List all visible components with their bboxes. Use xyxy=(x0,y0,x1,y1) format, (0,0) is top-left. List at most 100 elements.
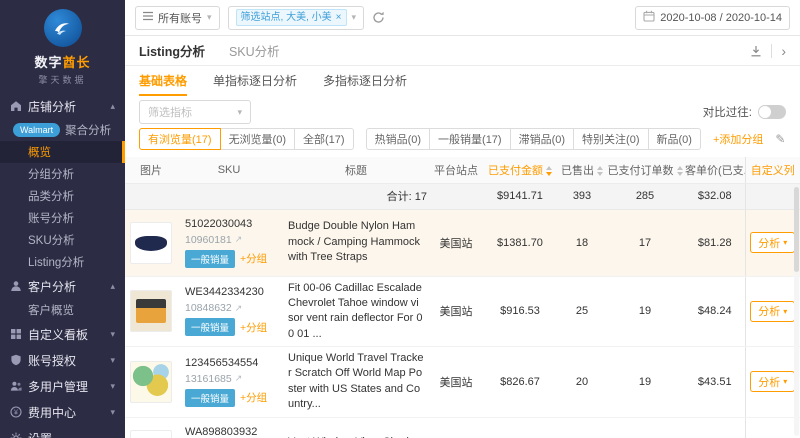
tabs-bar: Listing分析 SKU分析 › xyxy=(125,36,800,66)
chip-has-views[interactable]: 有浏览量(17) xyxy=(139,128,221,150)
chevron-down-icon: ▾ xyxy=(110,354,115,365)
refresh-button[interactable] xyxy=(372,11,385,24)
close-icon[interactable]: × xyxy=(336,10,342,25)
item-id-link[interactable]: 10960181 ↗ xyxy=(185,234,277,246)
sidebar-item-settings[interactable]: 设置 xyxy=(0,425,125,438)
collapse-panel-button[interactable]: › xyxy=(781,44,786,58)
chip-new-items[interactable]: 新品(0) xyxy=(647,128,701,150)
sidebar-item-category-analysis[interactable]: 品类分析 xyxy=(0,185,125,207)
sidebar-item-customer-analysis[interactable]: 客户分析 ▴ xyxy=(0,273,125,299)
chevron-down-icon: ▾ xyxy=(237,106,242,117)
paid-amount-cell: $826.67 xyxy=(481,346,559,418)
walmart-badge: Walmart xyxy=(13,123,61,137)
sidebar-item-custom-dashboard[interactable]: 自定义看板 ▾ xyxy=(0,321,125,347)
col-aov-sort[interactable]: 客单价(已支... xyxy=(685,157,745,184)
sidebar-item-customer-overview[interactable]: 客户概览 xyxy=(0,299,125,321)
chevron-down-icon: ▾ xyxy=(351,12,357,22)
metric-filter-select[interactable]: 筛选指标 ▾ xyxy=(139,100,251,124)
col-paid-amount-sort[interactable]: 已支付金额 xyxy=(481,157,559,184)
add-to-group-button[interactable]: +分组 xyxy=(240,390,267,405)
download-button[interactable] xyxy=(750,45,762,57)
paid-amount-cell: $1381.70 xyxy=(481,209,559,277)
content-card: Listing分析 SKU分析 › 基础表格 单指标逐日分析 多指标逐日分析 筛… xyxy=(125,36,800,438)
account-selector[interactable]: 所有账号 ▾ xyxy=(135,5,220,30)
chip-all[interactable]: 全部(17) xyxy=(294,128,354,150)
sku-code: 51022030043 xyxy=(185,217,253,230)
aov-cell: $81.28 xyxy=(685,209,745,277)
sidebar-item-account-auth[interactable]: 账号授权 ▾ xyxy=(0,347,125,373)
chip-normal-sales[interactable]: 一般销量(17) xyxy=(429,128,511,150)
external-link-icon: ↗ xyxy=(234,302,243,313)
col-custom-columns[interactable]: 自定义列 xyxy=(744,157,800,184)
sku-code: 123456534554 xyxy=(185,356,259,369)
date-range-picker[interactable]: 2020-10-08 / 2020-10-14 xyxy=(635,5,790,30)
chip-hot-sellers[interactable]: 热销品(0) xyxy=(365,128,431,150)
scrollbar-thumb[interactable] xyxy=(794,187,799,272)
chevron-up-icon: ▴ xyxy=(110,280,115,291)
product-image xyxy=(130,429,172,438)
filter-bar: 筛选指标 ▾ 对比过往: xyxy=(125,96,800,128)
sort-icons xyxy=(597,165,603,176)
compare-toggle[interactable] xyxy=(758,105,786,119)
subtab-multi-metric-daily[interactable]: 多指标逐日分析 xyxy=(323,66,407,96)
chip-watchlist[interactable]: 特别关注(0) xyxy=(573,128,649,150)
edit-groups-icon[interactable]: ✎ xyxy=(775,132,785,146)
listing-title: Fit 00-06 Cadillac Escalade Chevrolet Ta… xyxy=(281,276,431,348)
tab-sku-analysis[interactable]: SKU分析 xyxy=(229,41,280,60)
calendar-icon xyxy=(643,10,655,25)
sort-icons xyxy=(546,165,552,176)
subtab-single-metric-daily[interactable]: 单指标逐日分析 xyxy=(213,66,297,96)
site-filter-selector[interactable]: 筛选站点, 大美, 小美 × ▾ xyxy=(227,5,365,30)
user-icon xyxy=(10,280,22,292)
sku-code: WE3442334230 xyxy=(185,286,264,299)
sidebar-item-sku-analysis[interactable]: SKU分析 xyxy=(0,229,125,251)
subtab-basic-table[interactable]: 基础表格 xyxy=(139,66,188,96)
sidebar-item-billing-center[interactable]: ¥ 费用中心 ▾ xyxy=(0,399,125,425)
chip-no-views[interactable]: 无浏览量(0) xyxy=(219,128,296,150)
sidebar-item-listing-analysis[interactable]: Listing分析 xyxy=(0,251,125,273)
analyze-button[interactable]: 分析 ▾ xyxy=(750,300,796,322)
item-id-link[interactable]: 13161685 ↗ xyxy=(185,373,277,385)
table-row[interactable]: WE3442334230 10848632 ↗ 一般销量 +分组 Fit 00-06… xyxy=(125,276,800,348)
paid-orders-cell: 17 xyxy=(605,209,685,277)
hamburger-icon xyxy=(143,11,153,24)
sales-tag-badge: 一般销量 xyxy=(185,249,236,268)
dashboard-icon xyxy=(10,328,22,340)
table-row[interactable]: 51022030043 10960181 ↗ 一般销量 +分组 Budge Doub… xyxy=(125,209,800,277)
sold-cell: 20 xyxy=(559,346,605,418)
vertical-scrollbar[interactable] xyxy=(794,187,799,436)
users-icon xyxy=(10,380,22,392)
sidebar-item-shop-analysis[interactable]: 店铺分析 ▴ xyxy=(0,93,125,119)
add-to-group-button[interactable]: +分组 xyxy=(240,251,267,266)
sidebar-item-multi-user[interactable]: 多用户管理 ▾ xyxy=(0,373,125,399)
aov-cell: $48.24 xyxy=(685,276,745,348)
tabs-toolbar: › xyxy=(750,43,786,58)
summary-paid-orders: 285 xyxy=(605,183,685,210)
chevron-down-icon: ▾ xyxy=(783,306,788,316)
sidebar-item-overview[interactable]: 概览 xyxy=(0,141,125,163)
aov-cell: $43.51 xyxy=(685,346,745,418)
table-row[interactable]: 123456534554 13161685 ↗ 一般销量 +分组 Unique Wo… xyxy=(125,346,800,418)
table-row[interactable]: WA898803932 106166992↗ 一般销量+分组 Vent Wind… xyxy=(125,417,800,438)
col-paid-orders-sort[interactable]: 已支付订单数 xyxy=(605,157,685,184)
analyze-button[interactable]: 分析 ▾ xyxy=(750,232,796,253)
paid-amount-cell: $916.53 xyxy=(481,276,559,348)
tab-listing-analysis[interactable]: Listing分析 xyxy=(139,41,205,60)
sidebar-item-account-analysis[interactable]: 账号分析 xyxy=(0,207,125,229)
topbar: 所有账号 ▾ 筛选站点, 大美, 小美 × ▾ 2020-10-08 / 202… xyxy=(125,0,800,36)
add-group-button[interactable]: +添加分组 xyxy=(713,131,763,147)
chevron-down-icon: ▾ xyxy=(783,377,788,387)
summary-total: 合计: 17 xyxy=(281,183,431,210)
chip-slow-movers[interactable]: 滞销品(0) xyxy=(509,128,575,150)
add-to-group-button[interactable]: +分组 xyxy=(240,320,267,335)
item-id-link[interactable]: 10848632 ↗ xyxy=(185,302,277,314)
col-sold-sort[interactable]: 已售出 xyxy=(559,157,605,184)
main-area: 所有账号 ▾ 筛选站点, 大美, 小美 × ▾ 2020-10-08 / 202… xyxy=(125,0,800,438)
analyze-button[interactable]: 分析 ▾ xyxy=(750,371,796,393)
svg-text:¥: ¥ xyxy=(14,410,18,417)
site-cell: 美国站 xyxy=(431,417,481,438)
listing-title: Budge Double Nylon Hammock / Camping Ham… xyxy=(281,209,431,277)
sold-cell: 18 xyxy=(559,209,605,277)
sidebar-item-group-analysis[interactable]: 分组分析 xyxy=(0,163,125,185)
sidebar-item-aggregate[interactable]: Walmart 聚合分析 xyxy=(0,119,125,141)
